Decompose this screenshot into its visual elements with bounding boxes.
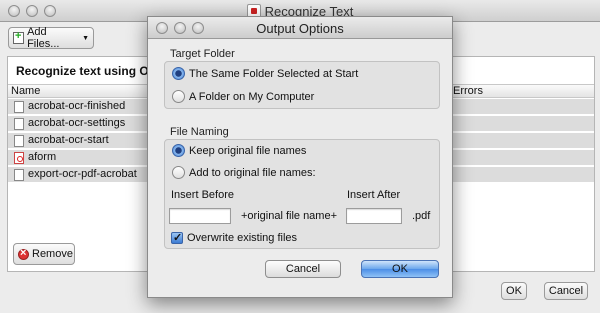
same-folder-label[interactable]: The Same Folder Selected at Start (189, 68, 358, 80)
folder-on-computer-label[interactable]: A Folder on My Computer (189, 91, 314, 103)
dialog-cancel-button[interactable]: Cancel (265, 260, 341, 278)
overwrite-checkbox[interactable] (171, 231, 183, 244)
add-files-label: Add Files... (27, 26, 60, 50)
radio-keep-names[interactable] (172, 144, 185, 157)
document-icon (14, 101, 24, 113)
file-name: acrobat-ocr-finished (28, 100, 126, 112)
radio-add-to-names[interactable] (172, 166, 185, 179)
radio-same-folder[interactable] (172, 67, 185, 80)
add-files-button[interactable]: Add Files... ▼ (8, 26, 94, 50)
output-options-dialog: Output Options Target Folder The Same Fo… (147, 16, 453, 298)
dialog-ok-button[interactable]: OK (361, 260, 439, 278)
radio-folder-on-computer[interactable] (172, 90, 185, 103)
original-name-text: +original file name+ (241, 210, 338, 222)
column-header-errors[interactable]: Errors (453, 85, 483, 97)
keep-names-label[interactable]: Keep original file names (189, 145, 306, 157)
target-folder-group: The Same Folder Selected at Start A Fold… (164, 61, 440, 109)
document-icon (14, 118, 24, 130)
document-icon (14, 135, 24, 147)
file-name: aform (28, 151, 57, 163)
target-folder-label: Target Folder (170, 48, 235, 60)
extension-text: .pdf (412, 210, 431, 222)
insert-after-label: Insert After (347, 189, 401, 201)
remove-label: Remove (32, 248, 73, 260)
remove-icon (18, 247, 29, 260)
file-name: export-ocr-pdf-acrobat (28, 168, 137, 180)
pdf-icon (14, 152, 24, 164)
main-ok-button[interactable]: OK (501, 282, 527, 300)
file-name: acrobat-ocr-settings (28, 117, 126, 129)
main-cancel-button[interactable]: Cancel (544, 282, 588, 300)
insert-after-input[interactable] (346, 208, 402, 224)
dialog-titlebar: Output Options (148, 17, 452, 39)
chevron-down-icon: ▼ (82, 34, 89, 42)
insert-before-input[interactable] (169, 208, 231, 224)
dialog-title: Output Options (256, 21, 344, 36)
file-name: acrobat-ocr-start (28, 134, 109, 146)
panel-heading: Recognize text using O (16, 64, 149, 78)
document-icon (14, 169, 24, 181)
add-file-icon (13, 30, 25, 44)
remove-button[interactable]: Remove (13, 243, 75, 265)
add-to-names-label[interactable]: Add to original file names: (189, 167, 316, 179)
overwrite-label[interactable]: Overwrite existing files (187, 232, 297, 244)
column-header-name[interactable]: Name (11, 85, 40, 97)
file-naming-group: Keep original file names Add to original… (164, 139, 440, 249)
file-naming-label: File Naming (170, 126, 229, 138)
insert-before-label: Insert Before (171, 189, 234, 201)
